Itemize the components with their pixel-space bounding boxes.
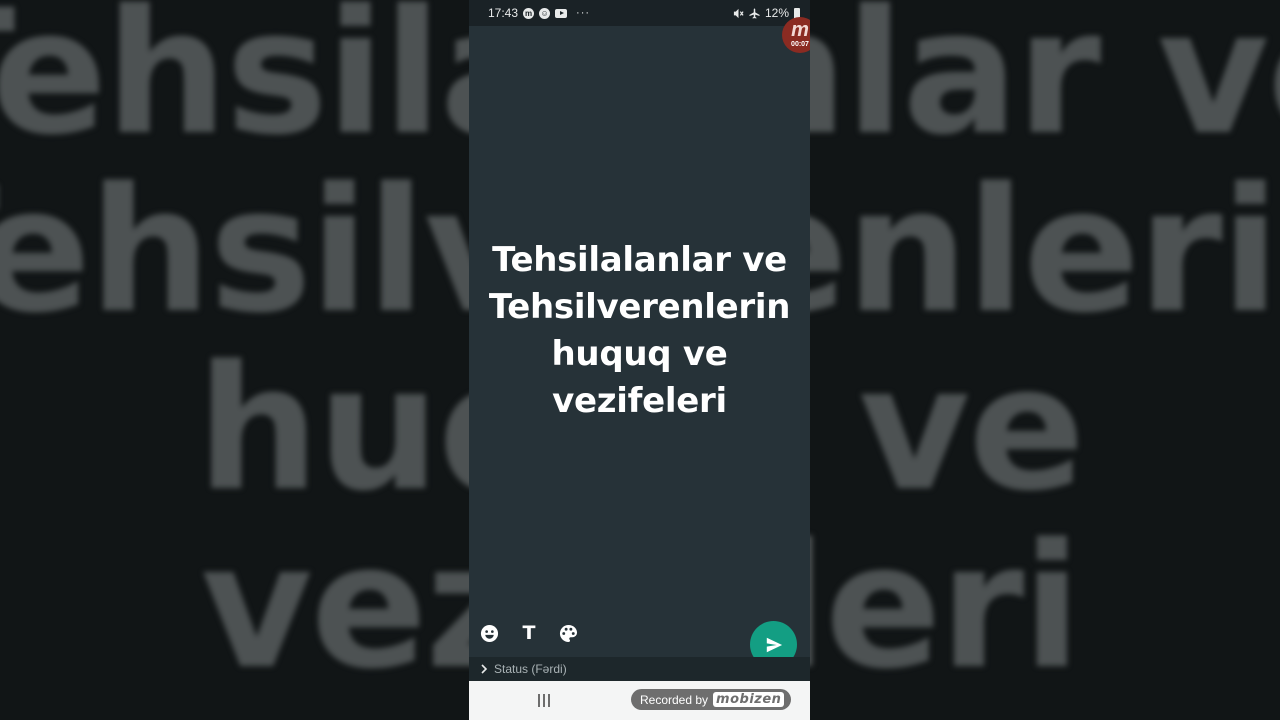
more-notifications-icon: ··· bbox=[576, 7, 591, 19]
send-icon bbox=[766, 637, 782, 652]
status-text-content[interactable]: Tehsilalanlar ve Tehsilverenlerin huquq … bbox=[469, 237, 810, 425]
battery-percent: 12% bbox=[764, 6, 789, 20]
youtube-icon bbox=[555, 8, 568, 18]
emoji-button[interactable] bbox=[478, 622, 500, 644]
recording-timer: 00:07 bbox=[791, 41, 809, 48]
recent-apps-button[interactable] bbox=[538, 694, 552, 707]
background-color-button[interactable] bbox=[557, 622, 579, 644]
emoji-icon bbox=[480, 624, 498, 642]
recording-badge[interactable]: m 00:07 bbox=[782, 17, 810, 53]
smiley-notification-icon: ☺ bbox=[539, 7, 551, 19]
phone-screen: 17:43 m ☺ ··· 12% m 00:07 Tehsilalanlar … bbox=[469, 0, 810, 720]
mobizen-brand-logo: mobizen bbox=[713, 692, 785, 707]
recorded-by-watermark: Recorded by mobizen bbox=[631, 689, 792, 710]
mobizen-logo-icon: m bbox=[791, 19, 809, 41]
recorded-by-label: Recorded by bbox=[640, 692, 709, 707]
screen-recording-frame: Tehsilalanlar ve Tehsilverenlerin huquq … bbox=[0, 0, 1280, 720]
status-audience-selector[interactable]: Status (Fərdi) bbox=[469, 657, 810, 681]
palette-icon bbox=[559, 624, 577, 642]
chevron-right-icon bbox=[481, 664, 488, 674]
system-status-bar: 17:43 m ☺ ··· 12% bbox=[469, 0, 810, 26]
recent-apps-icon bbox=[538, 694, 540, 707]
messenger-icon: m bbox=[523, 7, 535, 19]
recent-apps-icon-bar bbox=[548, 694, 550, 707]
system-navigation-bar: Recorded by mobizen bbox=[469, 681, 810, 720]
text-style-icon: T bbox=[522, 622, 536, 644]
status-bar-right: 12% bbox=[733, 6, 800, 20]
mute-icon bbox=[733, 8, 744, 18]
clock: 17:43 bbox=[488, 6, 519, 20]
text-style-button[interactable]: T bbox=[518, 622, 540, 644]
audience-label: Status (Fərdi) bbox=[494, 662, 567, 676]
airplane-icon bbox=[749, 7, 760, 19]
recent-apps-icon-bar bbox=[543, 694, 545, 707]
status-bar-left: 17:43 m ☺ ··· bbox=[488, 6, 590, 20]
